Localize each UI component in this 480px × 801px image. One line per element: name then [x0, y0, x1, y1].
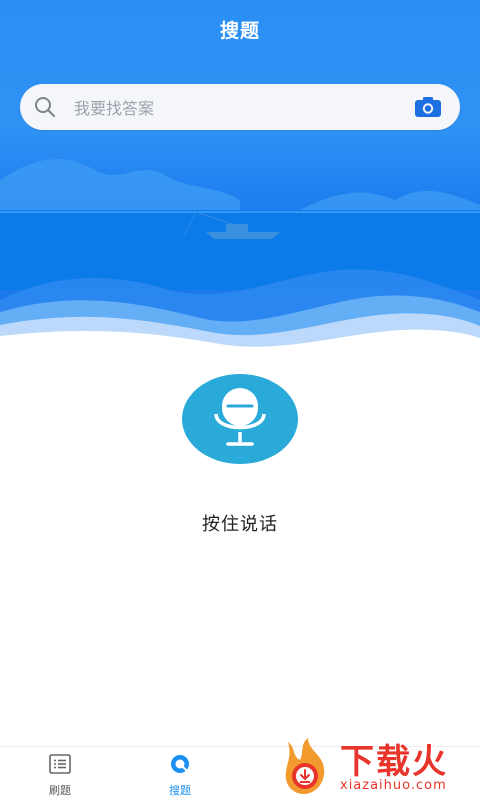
hero-banner: 搜题: [0, 0, 480, 360]
tab-search[interactable]: 搜题: [120, 747, 240, 801]
camera-icon[interactable]: [414, 96, 442, 118]
flame-logo-icon: [285, 738, 325, 794]
microphone-icon: [214, 388, 266, 446]
search-input[interactable]: [72, 84, 396, 132]
tab-label: 刷题: [49, 784, 71, 797]
lake-scenery: [0, 159, 480, 360]
search-tab-icon: [171, 755, 189, 773]
tab-practice[interactable]: 刷题: [0, 747, 120, 801]
hold-to-talk-button[interactable]: [182, 374, 298, 464]
hold-to-talk-label: 按住说话: [202, 514, 278, 535]
watermark-brand: 下载火: [340, 742, 448, 782]
watermark-logo: 下载火 xiazaihuo.com: [278, 734, 480, 800]
page-title: 搜题: [219, 20, 260, 42]
tab-label: 搜题: [169, 784, 191, 797]
search-bar[interactable]: [20, 84, 460, 132]
list-icon: [49, 754, 71, 774]
watermark-domain: xiazaihuo.com: [340, 778, 447, 793]
search-icon: [35, 97, 55, 117]
